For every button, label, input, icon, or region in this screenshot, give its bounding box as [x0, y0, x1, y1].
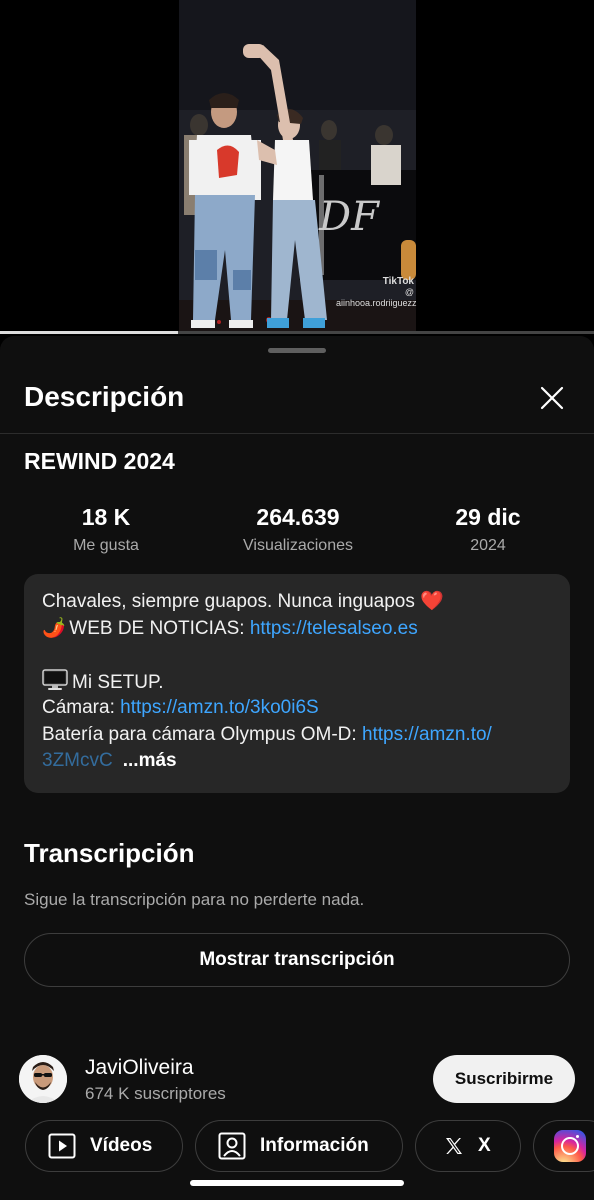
tiktok-watermark: TikTok @ aiinhooa.rodriiguezz	[336, 276, 417, 309]
show-more-button[interactable]: ...más	[123, 750, 177, 771]
stat-views: 264.639 Visualizaciones	[208, 502, 388, 558]
channel-name[interactable]: JaviOliveira	[85, 1054, 194, 1082]
person-card-icon	[218, 1132, 246, 1160]
chip-videos-label: Vídeos	[90, 1135, 153, 1156]
sheet-drag-handle[interactable]	[268, 348, 326, 353]
chip-information-label: Información	[260, 1135, 369, 1156]
stat-date-year: 2024	[470, 537, 506, 554]
close-icon	[540, 386, 564, 410]
stat-likes-value: 18 K	[81, 504, 131, 530]
play-icon	[48, 1133, 76, 1159]
close-button[interactable]	[532, 378, 572, 418]
sheet-divider	[0, 433, 594, 434]
tiktok-watermark-handle: @ aiinhooa.rodriiguezz	[336, 287, 417, 308]
tiktok-watermark-brand: TikTok	[382, 276, 414, 287]
chip-information[interactable]: Información	[195, 1120, 403, 1172]
home-indicator[interactable]	[190, 1180, 404, 1186]
description-line: 🌶️ WEB DE NOTICIAS: https://telesalseo.e…	[42, 616, 552, 643]
instagram-icon	[554, 1130, 586, 1162]
description-blank-line	[42, 642, 552, 669]
camera-link[interactable]: https://amzn.to/3ko0i6S	[120, 697, 319, 718]
video-title: REWIND 2024	[24, 448, 175, 474]
stat-likes: 18 K Me gusta	[16, 502, 196, 558]
chip-instagram[interactable]	[533, 1120, 594, 1172]
description-line: 3ZMcvC ...más	[42, 748, 552, 775]
news-web-link[interactable]: https://telesalseo.es	[250, 618, 418, 639]
transcript-subtitle: Sigue la transcripción para no perderte …	[24, 890, 365, 909]
show-transcript-button[interactable]: Mostrar transcripción	[24, 933, 570, 987]
channel-subscriber-count: 674 K suscriptores	[85, 1084, 226, 1103]
description-box[interactable]: Chavales, siempre guapos. Nunca inguapos…	[24, 574, 570, 793]
stat-date: 29 dic 2024	[398, 502, 578, 558]
x-logo-icon	[444, 1136, 464, 1156]
description-sheet: Descripción REWIND 2024 18 K Me gusta 26…	[0, 336, 594, 1200]
channel-row[interactable]: JaviOliveira 674 K suscriptores Suscribi…	[0, 1052, 594, 1108]
description-text: Mi SETUP.	[72, 671, 164, 693]
stat-date-value: 29 dic	[455, 504, 521, 530]
svg-text:DF: DF	[318, 194, 380, 240]
description-text: WEB DE NOTICIAS:	[69, 617, 250, 639]
subscribe-button[interactable]: Suscribirme	[433, 1055, 575, 1103]
chip-videos[interactable]: Vídeos	[25, 1120, 183, 1172]
channel-avatar-image	[19, 1055, 67, 1103]
stat-likes-label: Me gusta	[73, 537, 139, 554]
chip-x[interactable]: X	[415, 1120, 521, 1172]
video-progress-fill	[0, 331, 179, 334]
video-player[interactable]: DF TikTok @ aiinhooa.rodriiguezz	[0, 0, 594, 334]
sheet-title: Descripción	[24, 381, 185, 412]
description-text: Cámara:	[42, 697, 121, 718]
chip-x-label: X	[478, 1135, 491, 1156]
description-line: Batería para cámara Olympus OM-D: https:…	[42, 722, 552, 749]
desktop-computer-icon	[42, 668, 68, 690]
heart-emoji-icon: ❤️	[420, 591, 444, 612]
description-text: Chavales, siempre guapos. Nunca inguapos	[42, 591, 415, 612]
video-progress-bar[interactable]	[0, 331, 594, 334]
battery-link-continued[interactable]: 3ZMcvC	[42, 750, 113, 771]
stat-views-value: 264.639	[256, 504, 340, 530]
description-line: Chavales, siempre guapos. Nunca inguapos…	[42, 589, 552, 616]
description-line: Mi SETUP.	[42, 668, 552, 696]
battery-link[interactable]: https://amzn.to/	[362, 724, 492, 745]
transcript-title: Transcripción	[24, 838, 195, 868]
description-line: Cámara: https://amzn.to/3ko0i6S	[42, 695, 552, 722]
avatar[interactable]	[19, 1055, 67, 1103]
description-text: Batería para cámara Olympus OM-D:	[42, 723, 362, 745]
chili-pepper-emoji-icon: 🌶️	[42, 617, 66, 639]
stat-views-label: Visualizaciones	[243, 537, 353, 554]
